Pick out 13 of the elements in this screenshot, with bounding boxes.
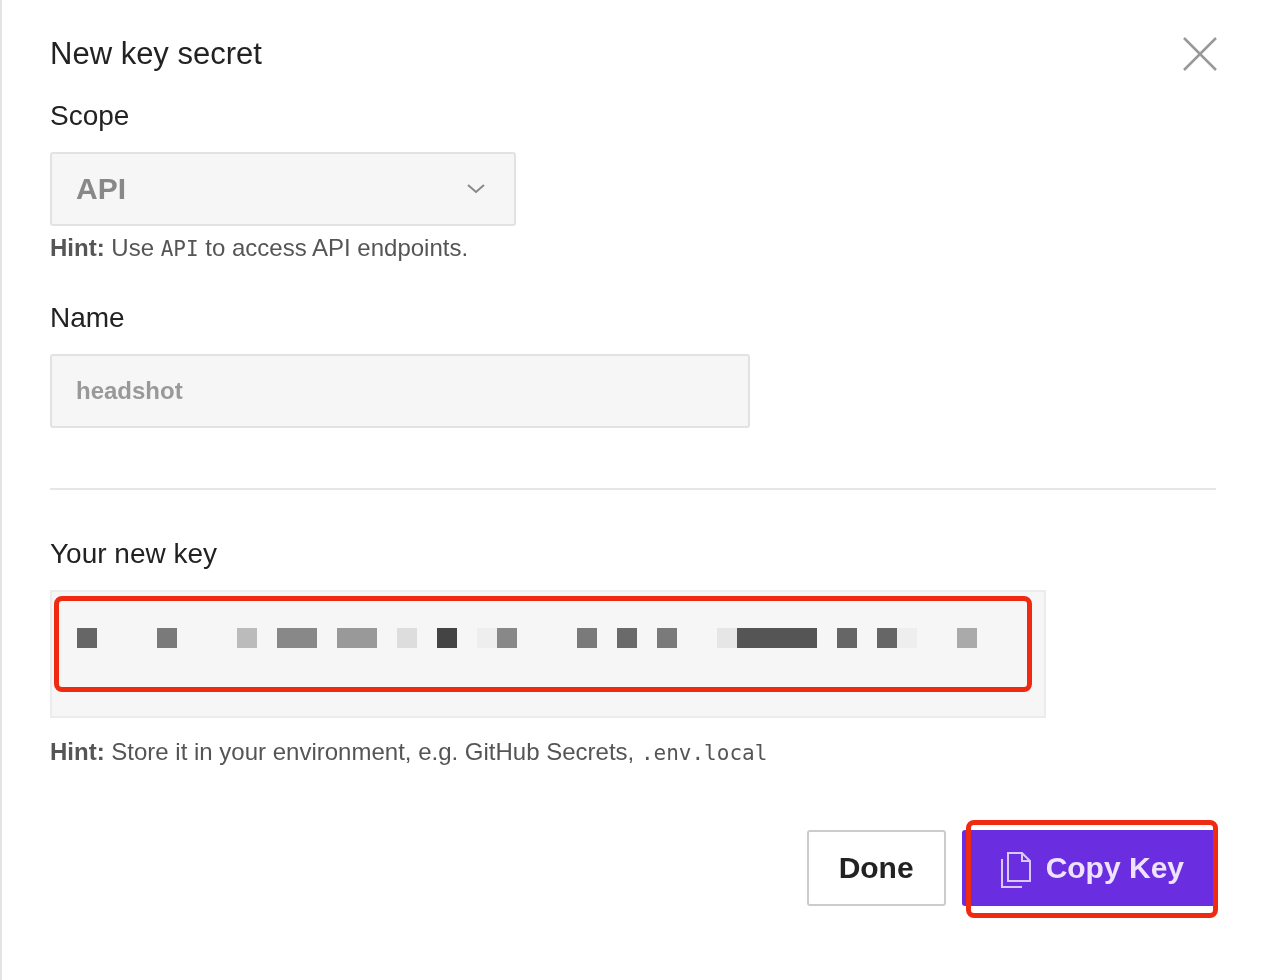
close-icon[interactable] <box>1182 36 1218 72</box>
dialog-title: New key secret <box>50 36 262 72</box>
field-label: Name <box>50 302 126 334</box>
done-button[interactable]: Done <box>806 830 946 906</box>
hint-text: Hint: Store it in your environment, e.g. GitHub Secrets, .env.local <box>50 738 769 766</box>
name-field[interactable]: headshot <box>50 354 750 428</box>
hint-text: Hint: Use API to access API endpoints. <box>50 234 470 262</box>
scope-dropdown[interactable]: API <box>50 152 516 226</box>
field-label: Scope <box>50 100 131 132</box>
copy-button[interactable]: Copy Key <box>961 830 1216 906</box>
field-label: Your new key <box>50 538 219 570</box>
chevron-icon <box>466 183 486 195</box>
key-field[interactable] <box>50 590 1046 718</box>
